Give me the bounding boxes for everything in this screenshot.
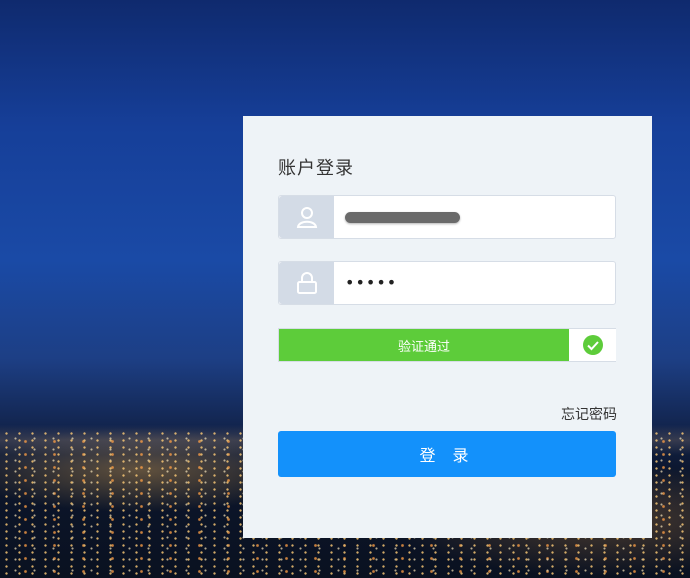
username-redaction [345,211,460,223]
lock-icon [279,262,334,304]
password-field[interactable]: ••••• [278,261,616,305]
forgot-password-link[interactable]: 忘记密码 [561,404,617,424]
slider-verification[interactable]: 验证通过 [278,328,616,362]
login-title: 账户登录 [278,158,354,179]
login-panel: 账户登录 ••••• 验证通过 忘记密码 登 录 [243,116,652,538]
verify-knob[interactable] [569,329,616,361]
user-icon [279,196,334,238]
username-value[interactable] [345,196,460,238]
check-circle-icon [582,335,603,355]
verify-track: 验证通过 [279,329,569,361]
password-value[interactable]: ••••• [345,262,397,304]
username-field[interactable] [278,195,616,239]
login-button[interactable]: 登 录 [278,431,616,477]
